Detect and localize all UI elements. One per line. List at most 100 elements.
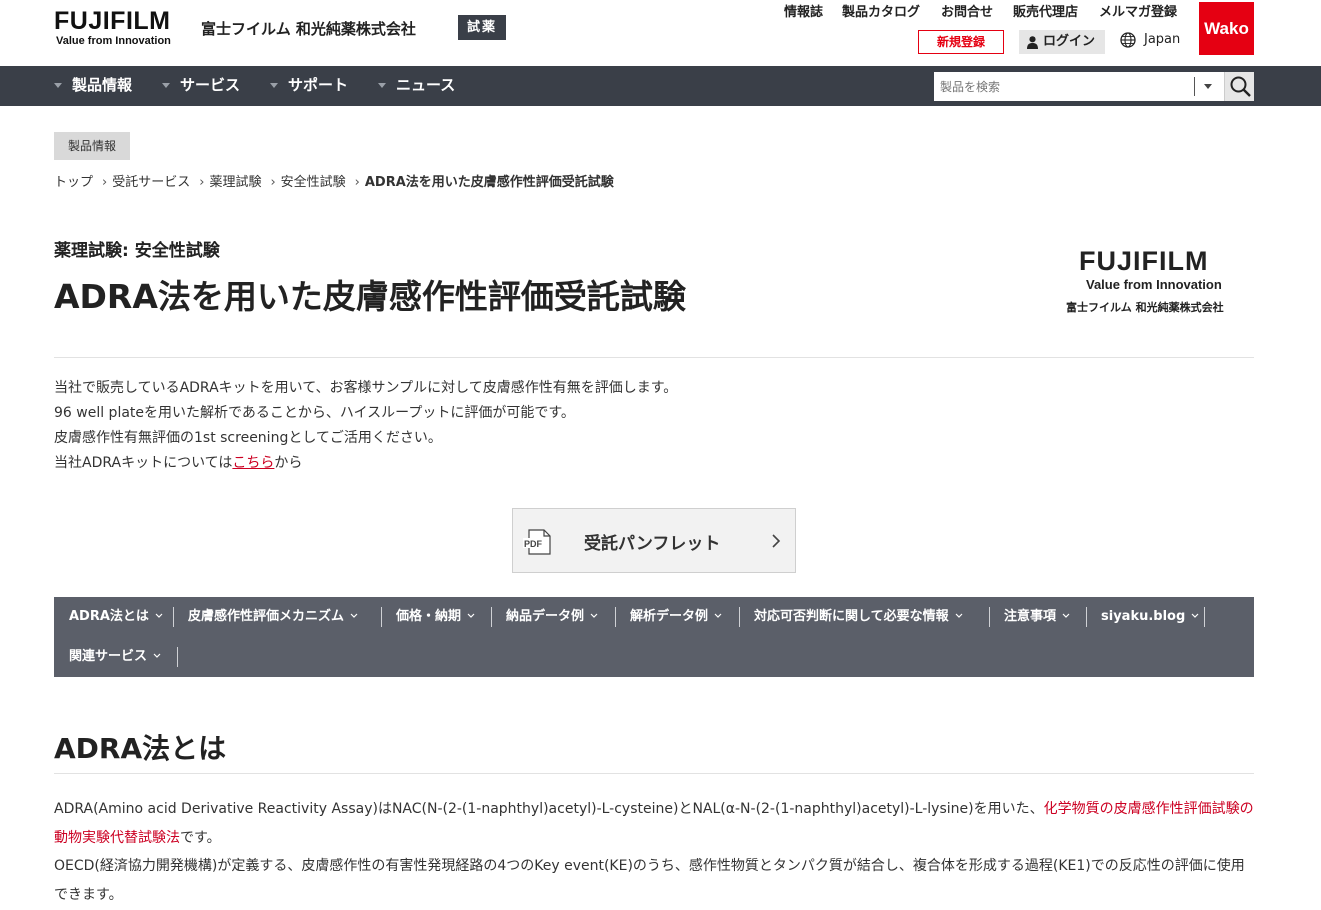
section-text: ADRA(Amino acid Derivative Reactivity As…	[54, 801, 1044, 817]
chevron-down-icon	[153, 653, 161, 658]
anchor-label: siyaku.blog	[1101, 609, 1186, 624]
anchor-divider	[381, 607, 382, 627]
intro-line: 96 well plateを用いた解析であることから、ハイスループットに評価が可…	[54, 405, 575, 421]
pamphlet-label: 受託パンフレット	[584, 534, 721, 554]
intro-line: 当社で販売しているADRAキットを用いて、お客様サンプルに対して皮膚感作性有無を…	[54, 380, 678, 396]
chevron-down-icon	[1062, 613, 1070, 618]
search-button[interactable]	[1224, 72, 1254, 101]
section-body: ADRA(Amino acid Derivative Reactivity As…	[54, 795, 1254, 909]
caret-down-icon	[162, 83, 170, 88]
breadcrumb-chevron-icon: ›	[270, 175, 276, 190]
anchor-label: 関連サービス	[69, 649, 148, 664]
anchor-label: 皮膚感作性評価メカニズム	[188, 609, 345, 624]
search-input[interactable]	[934, 72, 1196, 101]
chevron-down-icon	[714, 613, 722, 618]
intro-line: 当社ADRAキットについてはこちらから	[54, 451, 677, 476]
anchor-label: 価格・納期	[396, 609, 462, 624]
util-link-magazine[interactable]: 情報誌	[784, 1, 823, 20]
caret-down-icon	[378, 83, 386, 88]
breadcrumb-pharmacology[interactable]: 薬理試験	[209, 171, 261, 190]
chevron-down-icon	[467, 613, 475, 618]
anchor-divider	[615, 607, 616, 627]
anchor-analysis-data[interactable]: 解析データ例	[630, 597, 722, 637]
logo-wordmark: FUJIFILM	[54, 7, 171, 35]
side-logo-wordmark: FUJIFILM	[1079, 246, 1209, 276]
anchor-mechanism[interactable]: 皮膚感作性評価メカニズム	[188, 597, 358, 637]
divider	[54, 357, 1254, 358]
chevron-down-icon	[955, 613, 963, 618]
company-name: 富士フイルム 和光純薬株式会社	[201, 20, 416, 38]
pamphlet-download-button[interactable]: PDF 受託パンフレット	[512, 508, 796, 573]
anchor-divider	[739, 607, 740, 627]
breadcrumb-safety[interactable]: 安全性試験	[281, 171, 346, 190]
chevron-down-icon	[590, 613, 598, 618]
intro-text: 当社で販売しているADRAキットを用いて、お客様サンプルに対して皮膚感作性有無を…	[54, 376, 677, 476]
fujifilm-logo[interactable]: FUJIFILM Value from Innovation	[54, 7, 171, 48]
anchor-divider	[1204, 607, 1205, 627]
nav-item-products[interactable]: 製品情報	[54, 66, 132, 106]
page-subcategory: 薬理試験: 安全性試験	[54, 241, 220, 261]
register-button[interactable]: 新規登録	[918, 30, 1004, 54]
intro-kit-text-end: から	[274, 455, 303, 471]
nav-item-label: サービス	[180, 76, 241, 94]
login-label: ログイン	[1043, 34, 1096, 49]
breadcrumb-chevron-icon: ›	[354, 175, 360, 190]
side-logo-tagline: Value from Innovation	[1086, 277, 1222, 292]
breadcrumb-contract-services[interactable]: 受託サービス	[112, 171, 190, 190]
search-scope-dropdown-icon[interactable]	[1204, 84, 1212, 89]
chevron-down-icon	[350, 613, 358, 618]
util-link-catalog[interactable]: 製品カタログ	[842, 1, 920, 20]
anchor-price-delivery[interactable]: 価格・納期	[396, 597, 475, 637]
anchor-related-services[interactable]: 関連サービス	[69, 637, 161, 677]
chevron-down-icon	[155, 613, 163, 618]
anchor-siyaku-blog[interactable]: siyaku.blog	[1101, 597, 1199, 637]
language-selector[interactable]: Japan	[1120, 31, 1180, 49]
anchor-divider	[173, 607, 174, 627]
adra-kit-link[interactable]: こちら	[232, 455, 274, 471]
page-title: ADRA法を用いた皮膚感作性評価受託試験	[54, 277, 686, 316]
util-link-newsletter[interactable]: メルマガ登録	[1099, 1, 1177, 20]
product-search	[934, 72, 1254, 101]
nav-item-news[interactable]: ニュース	[378, 66, 455, 106]
wako-brand-badge[interactable]: Wako	[1199, 2, 1254, 55]
person-icon	[1027, 36, 1038, 49]
nav-item-services[interactable]: サービス	[162, 66, 240, 106]
breadcrumb: トップ › 受託サービス › 薬理試験 › 安全性試験 › ADRA法を用いた皮膚感作性評価受託…	[54, 171, 614, 190]
anchor-label: 注意事項	[1004, 609, 1057, 624]
category-tag[interactable]: 製品情報	[54, 132, 130, 160]
side-brand-logo: FUJIFILM Value from Innovation 富士フイルム 和光…	[1066, 246, 1256, 315]
breadcrumb-chevron-icon: ›	[102, 175, 108, 190]
search-icon	[1230, 76, 1251, 97]
anchor-delivered-data[interactable]: 納品データ例	[506, 597, 598, 637]
anchor-divider	[177, 647, 178, 667]
pdf-icon-label: PDF	[524, 539, 543, 549]
chevron-down-icon	[1191, 613, 1199, 618]
intro-kit-text: 当社ADRAキットについては	[54, 455, 233, 471]
nav-item-support[interactable]: サポート	[270, 66, 348, 106]
breadcrumb-chevron-icon: ›	[199, 175, 205, 190]
util-link-contact[interactable]: お問合せ	[941, 1, 993, 20]
side-logo-company: 富士フイルム 和光純薬株式会社	[1066, 301, 1224, 314]
anchor-required-info[interactable]: 対応可否判断に関して必要な情報	[754, 597, 963, 637]
anchor-divider	[491, 607, 492, 627]
site-badge[interactable]: 試薬	[458, 15, 506, 40]
anchor-divider	[1086, 607, 1087, 627]
nav-item-label: ニュース	[396, 76, 456, 94]
logo-tagline: Value from Innovation	[56, 35, 171, 47]
breadcrumb-top[interactable]: トップ	[54, 171, 93, 190]
intro-line: 皮膚感作性有無評価の1st screeningとしてご活用ください。	[54, 430, 442, 446]
section-paragraph: ADRA(Amino acid Derivative Reactivity As…	[54, 795, 1254, 852]
section-anchor-nav: ADRA法とは 皮膚感作性評価メカニズム 価格・納期 納品データ例 解析データ例…	[54, 597, 1254, 677]
login-button[interactable]: ログイン	[1019, 30, 1105, 54]
anchor-notes[interactable]: 注意事項	[1004, 597, 1070, 637]
anchor-label: 納品データ例	[506, 609, 585, 624]
anchor-label: 対応可否判断に関して必要な情報	[754, 609, 949, 624]
anchor-label: 解析データ例	[630, 609, 709, 624]
section-text: です。	[180, 829, 221, 846]
nav-item-label: 製品情報	[72, 76, 133, 94]
breadcrumb-current: ADRA法を用いた皮膚感作性評価受託試験	[364, 175, 614, 190]
chevron-right-icon	[772, 534, 781, 548]
language-label: Japan	[1144, 32, 1181, 47]
util-link-distributors[interactable]: 販売代理店	[1013, 1, 1078, 20]
anchor-about-adra[interactable]: ADRA法とは	[69, 597, 163, 637]
